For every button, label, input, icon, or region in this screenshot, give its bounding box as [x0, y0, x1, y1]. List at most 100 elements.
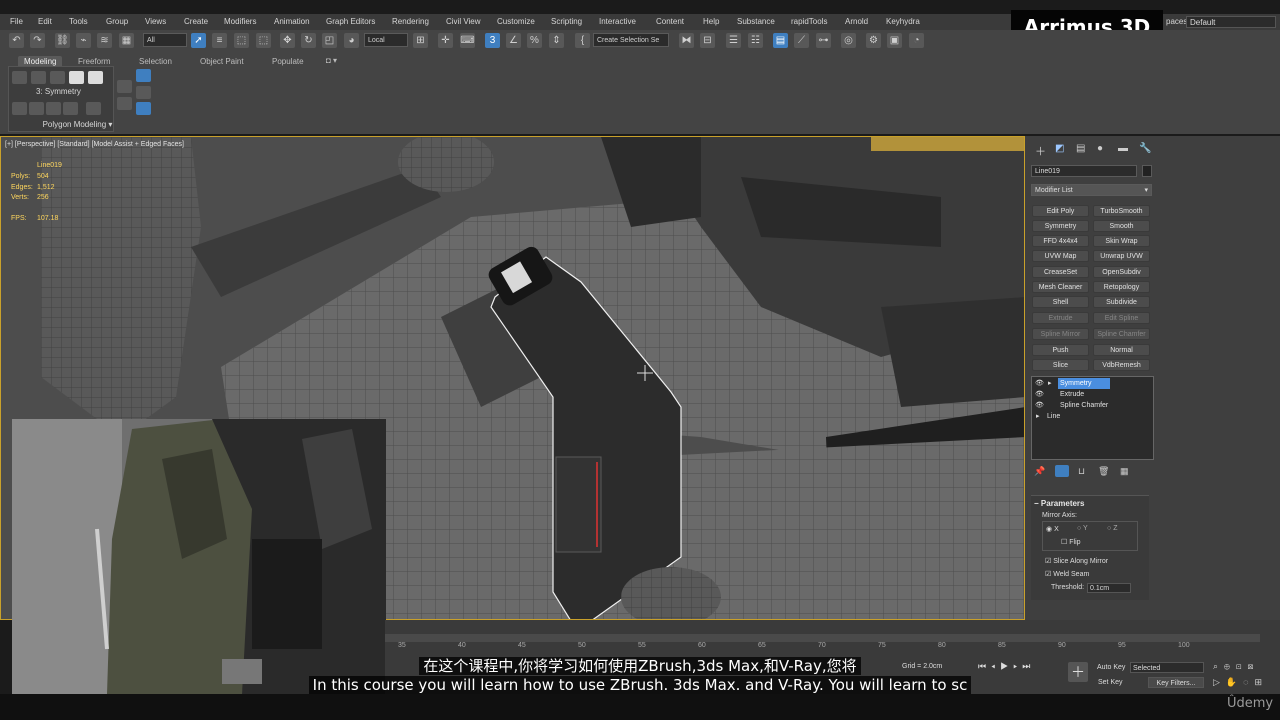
motion-tab-icon[interactable]: ●: [1097, 143, 1103, 154]
spinner-snap-icon[interactable]: ⇕: [549, 33, 564, 48]
axis-y-radio[interactable]: ○ Y: [1077, 525, 1088, 532]
menu-civil-view[interactable]: Civil View: [446, 17, 481, 26]
pin-stack-icon[interactable]: 📌: [1034, 466, 1045, 477]
modifier-button-push[interactable]: Push: [1032, 344, 1089, 356]
layer-explorer-icon[interactable]: ☷: [748, 33, 763, 48]
utilities-tab-icon[interactable]: 🔧: [1139, 143, 1151, 154]
unlink-icon[interactable]: ⌁: [76, 33, 91, 48]
modifier-button-retopology[interactable]: Retopology: [1093, 281, 1150, 293]
modifier-button-subdivide[interactable]: Subdivide: [1093, 296, 1150, 308]
scene-explorer-icon[interactable]: ☰: [726, 33, 741, 48]
modifier-button-uvw-map[interactable]: UVW Map: [1032, 250, 1089, 262]
menu-animation[interactable]: Animation: [274, 17, 310, 26]
menu-arnold[interactable]: Arnold: [845, 17, 868, 26]
modifier-button-unwrap-uvw[interactable]: Unwrap UVW: [1093, 250, 1150, 262]
element-mode-icon[interactable]: [88, 71, 103, 84]
hierarchy-tab-icon[interactable]: ▤: [1076, 143, 1085, 154]
stack-item-extrude[interactable]: 👁 Extrude: [1032, 389, 1153, 400]
rotate-icon[interactable]: ↻: [301, 33, 316, 48]
polygon-modeling-label[interactable]: Polygon Modeling: [43, 120, 107, 129]
link-icon[interactable]: ⛓: [55, 33, 70, 48]
place-icon[interactable]: ◕: [344, 33, 359, 48]
timeline-ruler[interactable]: 35 40 45 50 55 60 65 70 75 80 85 90 95 100: [385, 642, 1260, 654]
object-color-swatch[interactable]: [1142, 165, 1152, 177]
eye-icon[interactable]: 👁: [1035, 389, 1044, 400]
modifier-button-turbosmooth[interactable]: TurboSmooth: [1093, 205, 1150, 217]
menu-file[interactable]: File: [10, 17, 23, 26]
ribbon-tool-3-icon[interactable]: [46, 102, 61, 115]
menu-content[interactable]: Content: [656, 17, 684, 26]
render-production-icon[interactable]: ◔: [909, 33, 924, 48]
redo-icon[interactable]: ↷: [30, 33, 45, 48]
stack-item-spline-chamfer[interactable]: 👁 Spline Chamfer: [1032, 400, 1153, 411]
tab-populate[interactable]: Populate: [266, 56, 310, 67]
coordinate-system-select[interactable]: Local: [364, 33, 408, 47]
flip-checkbox[interactable]: ☐ Flip: [1061, 538, 1081, 546]
menu-help[interactable]: Help: [703, 17, 719, 26]
bind-spacewarp-icon[interactable]: ≋: [97, 33, 112, 48]
modifier-stack[interactable]: 👁 ▸ Symmetry 👁 Extrude 👁 Spline Chamfer ▸ Lin…: [1031, 376, 1154, 460]
modifier-button-ffd-4x4x4[interactable]: FFD 4x4x4: [1032, 235, 1089, 247]
ribbon-side-3-icon[interactable]: [136, 69, 151, 82]
create-tab-icon[interactable]: ＋: [1035, 143, 1046, 159]
viewport-label[interactable]: [+] [Perspective] [Standard] [Model Assi…: [5, 141, 184, 148]
show-end-result-icon[interactable]: [1055, 465, 1069, 477]
expand-icon[interactable]: ▸: [1036, 411, 1040, 422]
weld-seam-checkbox[interactable]: ☑ Weld Seam: [1045, 570, 1089, 578]
ribbon-tool-1-icon[interactable]: [12, 102, 27, 115]
keyboard-shortcut-icon[interactable]: ⌨: [460, 33, 475, 48]
make-unique-icon[interactable]: ⊔: [1078, 466, 1085, 477]
snap-toggle-icon[interactable]: 3: [485, 33, 500, 48]
menu-create[interactable]: Create: [184, 17, 208, 26]
scale-icon[interactable]: ◰: [322, 33, 337, 48]
vertex-mode-icon[interactable]: [12, 71, 27, 84]
ribbon-tool-2-icon[interactable]: [29, 102, 44, 115]
angle-snap-icon[interactable]: ∠: [506, 33, 521, 48]
mirror-icon[interactable]: ⧓: [679, 33, 694, 48]
edge-mode-icon[interactable]: [31, 71, 46, 84]
slice-along-mirror-checkbox[interactable]: ☑ Slice Along Mirror: [1045, 557, 1108, 565]
modifier-button-edit-poly[interactable]: Edit Poly: [1032, 205, 1089, 217]
stack-item-symmetry[interactable]: 👁 ▸ Symmetry: [1032, 378, 1153, 389]
undo-icon[interactable]: ↶: [9, 33, 24, 48]
render-setup-icon[interactable]: ⚙: [866, 33, 881, 48]
object-name-field[interactable]: Line019: [1031, 165, 1137, 177]
modifier-list-dropdown[interactable]: Modifier List ▾: [1031, 184, 1152, 196]
rendered-frame-icon[interactable]: ▣: [887, 33, 902, 48]
schematic-view-icon[interactable]: ⊶: [816, 33, 831, 48]
move-icon[interactable]: ✥: [280, 33, 295, 48]
time-slider[interactable]: [385, 634, 1260, 642]
tab-selection[interactable]: Selection: [133, 56, 178, 67]
menu-graph-editors[interactable]: Graph Editors: [326, 17, 375, 26]
modifier-button-symmetry[interactable]: Symmetry: [1032, 220, 1089, 232]
axis-x-radio[interactable]: ◉ X: [1046, 525, 1059, 533]
menu-tools[interactable]: Tools: [69, 17, 88, 26]
display-tab-icon[interactable]: ▬: [1118, 143, 1128, 154]
menu-group[interactable]: Group: [106, 17, 128, 26]
expand-icon[interactable]: ▸: [1048, 378, 1052, 389]
threshold-spinner[interactable]: 0.1cm: [1087, 583, 1131, 593]
parameters-title[interactable]: − Parameters: [1034, 499, 1085, 508]
menu-interactive[interactable]: Interactive: [599, 17, 636, 26]
axis-z-radio[interactable]: ○ Z: [1107, 525, 1117, 532]
modifier-button-mesh-cleaner[interactable]: Mesh Cleaner: [1032, 281, 1089, 293]
modifier-button-creaseset[interactable]: CreaseSet: [1032, 266, 1089, 278]
ribbon-side-5-icon[interactable]: [136, 102, 151, 115]
percent-snap-icon[interactable]: %: [527, 33, 542, 48]
eye-icon[interactable]: 👁: [1035, 400, 1044, 411]
remove-modifier-icon[interactable]: 🗑: [1098, 466, 1109, 477]
bind-icon[interactable]: ▦: [119, 33, 134, 48]
menu-rendering[interactable]: Rendering: [392, 17, 429, 26]
modifier-button-normal[interactable]: Normal: [1093, 344, 1150, 356]
ribbon-side-4-icon[interactable]: [136, 86, 151, 99]
ribbon-tool-5-icon[interactable]: [86, 102, 101, 115]
eye-icon[interactable]: 👁: [1035, 378, 1044, 389]
stack-item-line[interactable]: ▸ Line: [1032, 411, 1153, 422]
menu-edit[interactable]: Edit: [38, 17, 52, 26]
menu-rapidtools[interactable]: rapidTools: [791, 17, 827, 26]
modifier-button-skin-wrap[interactable]: Skin Wrap: [1093, 235, 1150, 247]
modifier-button-smooth[interactable]: Smooth: [1093, 220, 1150, 232]
ribbon-side-2-icon[interactable]: [117, 97, 132, 110]
edit-named-sets-icon[interactable]: {: [575, 33, 590, 48]
select-manipulate-icon[interactable]: ✛: [438, 33, 453, 48]
